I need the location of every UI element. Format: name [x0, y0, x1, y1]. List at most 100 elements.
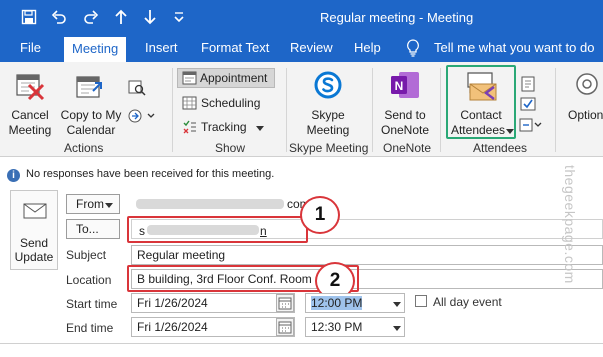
check-names-icon[interactable] — [520, 96, 536, 115]
menu-bar: File Meeting Insert Format Text Review H… — [0, 34, 603, 62]
to-button[interactable]: To... — [66, 219, 120, 239]
tab-meeting[interactable]: Meeting — [64, 37, 127, 62]
tab-insert[interactable]: Insert — [145, 40, 178, 55]
copy-calendar-icon — [75, 71, 105, 104]
scheduling-label: Scheduling — [201, 96, 261, 110]
svg-text:N: N — [395, 79, 404, 93]
callout-1: 1 — [300, 196, 340, 234]
subject-field[interactable]: Regular meeting — [131, 245, 603, 265]
cancel-label-line1: Cancel — [11, 108, 49, 122]
watermark: thegeekpage.com — [562, 165, 578, 284]
arrow-down-icon[interactable] — [141, 9, 159, 25]
skype-label-line2: Meeting — [306, 123, 350, 137]
start-time-field[interactable]: 12:00 PM — [305, 293, 405, 313]
skype-icon — [312, 69, 344, 104]
send-label-line2: Update — [14, 250, 54, 264]
from-value: com — [132, 194, 312, 214]
skype-meeting-button[interactable]: Skype Meeting — [300, 65, 356, 139]
tab-format-text[interactable]: Format Text — [201, 40, 269, 55]
customize-chevron-icon[interactable] — [170, 9, 188, 25]
cancel-label-line2: Meeting — [8, 123, 52, 137]
calendar-picker-icon[interactable] — [276, 294, 294, 312]
group-label-skype: Skype Meeting — [289, 141, 369, 155]
from-label: From — [76, 197, 104, 211]
copy-label-line2: Calendar — [66, 123, 116, 137]
end-date-field[interactable]: Fri 1/26/2024 — [131, 317, 295, 337]
onenote-icon: N — [389, 70, 421, 103]
options-label: Option — [568, 108, 603, 122]
scheduling-button[interactable]: Scheduling — [177, 93, 275, 113]
info-message: No responses have been received for this… — [26, 168, 275, 180]
onenote-label-line2: OneNote — [380, 123, 430, 137]
copy-label-line1: Copy to My — [60, 108, 122, 122]
send-update-button[interactable]: Send Update — [10, 190, 58, 270]
from-button[interactable]: From — [66, 194, 120, 214]
envelope-send-icon — [23, 203, 47, 222]
calendar-search-icon[interactable] — [128, 80, 146, 99]
blurred-email — [136, 199, 284, 209]
attendees-label-line2: Attendees — [450, 123, 506, 137]
ribbon: Cancel Meeting Copy to My Calendar Actio… — [0, 62, 603, 157]
body-divider — [0, 343, 603, 344]
options-button[interactable]: Option — [563, 65, 603, 139]
options-gear-icon — [573, 70, 601, 101]
send-label-line1: Send — [19, 236, 49, 250]
cancel-meeting-button[interactable]: Cancel Meeting — [4, 65, 56, 139]
chevron-down-icon — [506, 129, 514, 134]
chevron-down-icon — [256, 126, 264, 131]
chevron-down-icon — [393, 302, 401, 307]
skype-label-line1: Skype — [311, 108, 345, 122]
group-label-actions: Actions — [64, 141, 104, 155]
start-date-value: Fri 1/26/2024 — [137, 296, 208, 310]
tab-help[interactable]: Help — [354, 40, 381, 55]
end-date-value: Fri 1/26/2024 — [137, 320, 208, 334]
save-icon[interactable] — [20, 9, 38, 25]
location-label: Location — [66, 273, 112, 287]
lightbulb-icon — [406, 39, 420, 60]
send-to-onenote-button[interactable]: N Send to OneNote — [375, 65, 435, 139]
end-time-label: End time — [66, 321, 114, 335]
group-label-onenote: OneNote — [383, 141, 432, 155]
onenote-label-line1: Send to — [384, 108, 426, 122]
appointment-label: Appointment — [200, 71, 268, 85]
end-time-field[interactable]: 12:30 PM — [305, 317, 405, 337]
start-time-value: 12:00 PM — [311, 296, 363, 310]
cancel-calendar-icon — [15, 71, 45, 104]
tracking-icon — [182, 120, 197, 137]
info-icon: i — [7, 169, 20, 182]
appointment-button[interactable]: Appointment — [177, 68, 275, 88]
forward-options-icon[interactable] — [128, 108, 158, 127]
tab-review[interactable]: Review — [290, 40, 333, 55]
group-label-attendees: Attendees — [473, 141, 528, 155]
subject-value: Regular meeting — [137, 248, 226, 262]
attendees-label-line1: Contact — [460, 108, 502, 122]
contact-attendees-icon — [464, 71, 500, 106]
tab-file[interactable]: File — [20, 40, 41, 55]
tracking-button[interactable]: Tracking — [177, 117, 275, 137]
scheduling-icon — [182, 96, 197, 113]
undo-icon[interactable] — [50, 9, 68, 25]
all-day-label: All day event — [433, 295, 502, 309]
window-title: Regular meeting - Meeting — [320, 10, 474, 25]
info-bar: i No responses have been received for th… — [0, 163, 603, 187]
tracking-label: Tracking — [201, 120, 247, 134]
all-day-checkbox[interactable] — [415, 295, 427, 307]
response-options-icon[interactable] — [519, 117, 543, 136]
calendar-picker-icon[interactable] — [276, 318, 294, 336]
start-date-field[interactable]: Fri 1/26/2024 — [131, 293, 295, 313]
to-label: To... — [76, 222, 99, 236]
address-book-icon[interactable] — [520, 76, 536, 95]
start-time-label: Start time — [66, 297, 118, 311]
title-bar: Regular meeting - Meeting — [0, 0, 603, 34]
copy-to-calendar-button[interactable]: Copy to My Calendar — [58, 65, 124, 139]
arrow-up-icon[interactable] — [112, 9, 130, 25]
subject-label: Subject — [66, 248, 107, 262]
chevron-down-icon — [393, 326, 401, 331]
end-time-value: 12:30 PM — [311, 320, 363, 334]
highlight-to-field — [127, 216, 308, 243]
chevron-down-icon — [105, 203, 113, 208]
contact-attendees-button[interactable]: Contact Attendees — [446, 65, 516, 139]
redo-icon[interactable] — [82, 9, 100, 25]
group-label-show: Show — [215, 141, 246, 155]
tell-me-search[interactable]: Tell me what you want to do — [434, 40, 594, 55]
